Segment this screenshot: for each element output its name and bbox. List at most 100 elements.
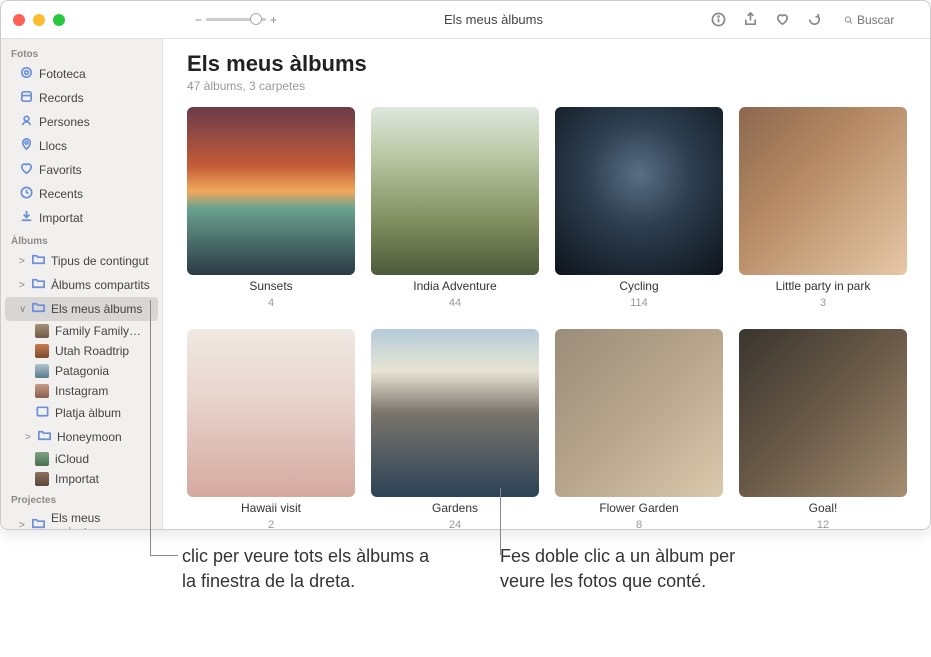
sidebar-section-fotos: Fotos [1,43,162,62]
album-count: 3 [820,297,826,309]
album-cover [371,107,539,275]
folder-icon [31,516,45,529]
sidebar-item-records[interactable]: Records [1,86,162,110]
album-name: Flower Garden [599,501,678,515]
folder-icon [31,252,45,270]
album-item[interactable]: Gardens 24 [371,329,539,529]
memories-icon [19,89,33,107]
sidebar-item-instagram[interactable]: Instagram [1,381,162,401]
window-title: Els meus àlbums [277,12,710,27]
sidebar-item-label: Records [39,91,84,105]
search-icon [844,14,853,26]
sidebar-item-myprojects[interactable]: > Els meus projectes [1,508,162,529]
album-count: 24 [449,519,461,529]
album-name: Cycling [619,279,658,293]
sidebar-item-label: Importat [55,472,99,486]
zoom-plus-icon[interactable]: + [270,13,277,27]
folder-icon [31,276,45,294]
favorite-icon[interactable] [774,12,790,28]
album-item[interactable]: Goal! 12 [739,329,907,529]
rotate-icon[interactable] [806,12,822,28]
album-count: 114 [630,297,648,309]
zoom-minus-icon[interactable]: − [195,13,202,27]
sidebar-item-label: Àlbums compartits [51,278,150,292]
share-icon[interactable] [742,12,758,28]
titlebar: − + Els meus àlbums [1,1,930,39]
sidebar-item-importat[interactable]: Importat [1,206,162,230]
sidebar-section-projectes: Projectes [1,489,162,508]
chevron-right-icon[interactable]: > [19,256,25,267]
callout-right: Fes doble clic a un àlbum per veure les … [500,544,760,594]
main-content: Els meus àlbums 47 àlbums, 3 carpetes Su… [163,39,930,529]
fullscreen-button[interactable] [53,14,65,26]
chevron-down-icon[interactable]: ∨ [19,304,25,315]
sidebar-item-favorits[interactable]: Favorits [1,158,162,182]
sidebar-section-albums: Àlbums [1,230,162,249]
sidebar-item-label: Instagram [55,384,108,398]
sidebar-item-icloud[interactable]: iCloud [1,449,162,469]
chevron-right-icon[interactable]: > [25,432,31,443]
sidebar-item-patagonia[interactable]: Patagonia [1,361,162,381]
album-item[interactable]: Cycling 114 [555,107,723,309]
album-item[interactable]: India Adventure44 [371,107,539,309]
album-cover [371,329,539,497]
search-input[interactable] [857,13,912,27]
album-thumb-icon [35,344,49,358]
album-grid: Sunsets4 India Adventure44 Cycling 114 Li… [187,107,906,529]
sidebar-item-utah[interactable]: Utah Roadtrip [1,341,162,361]
close-button[interactable] [13,14,25,26]
info-icon[interactable] [710,12,726,28]
chevron-right-icon[interactable]: > [19,520,25,530]
album-cover [739,329,907,497]
album-cover [187,329,355,497]
album-icon [35,404,49,422]
album-thumb-icon [35,364,49,378]
callout-left: clic per veure tots els àlbums a la fine… [182,544,442,594]
album-item[interactable]: Little party in park 3 [739,107,907,309]
sidebar-item-label: Els meus àlbums [51,302,142,316]
sidebar-item-importat2[interactable]: Importat [1,469,162,489]
sidebar-item-persones[interactable]: Persones [1,110,162,134]
album-count: 12 [817,519,829,529]
album-item[interactable]: Flower Garden 8 [555,329,723,529]
zoom-thumb[interactable] [250,13,262,25]
album-count: 8 [636,519,642,529]
sidebar-item-tipus[interactable]: >Tipus de contingut [1,249,162,273]
sidebar-item-platja[interactable]: Platja àlbum [1,401,162,425]
zoom-slider[interactable]: − + [195,13,277,27]
sidebar-item-compartits[interactable]: > Àlbums compartits [1,273,162,297]
photos-window: − + Els meus àlbums Fotos Fototeca Recor… [0,0,931,530]
album-cover [555,329,723,497]
window-controls [13,14,65,26]
zoom-track[interactable] [206,18,266,21]
sidebar-item-label: Family Family… [55,324,141,338]
chevron-right-icon[interactable]: > [19,280,25,291]
album-name: India Adventure [413,279,496,293]
album-cover [187,107,355,275]
sidebar-item-fototeca[interactable]: Fototeca [1,62,162,86]
import-icon [19,209,33,227]
sidebar-item-recents[interactable]: Recents [1,182,162,206]
sidebar-item-llocs[interactable]: Llocs [1,134,162,158]
sidebar-item-myalbums[interactable]: ∨ Els meus àlbums [5,297,158,321]
sidebar-item-family[interactable]: Family Family… [1,321,162,341]
sidebar-item-label: Honeymoon [57,430,122,444]
album-thumb-icon [35,324,49,338]
sidebar-item-label: iCloud [55,452,89,466]
album-name: Gardens [432,501,478,515]
album-thumb-icon [35,472,49,486]
album-name: Little party in park [776,279,871,293]
sidebar-item-label: Favorits [39,163,82,177]
sidebar-item-label: Els meus projectes [51,511,152,529]
sidebar-item-label: Fototeca [39,67,86,81]
album-item[interactable]: Hawaii visit2 [187,329,355,529]
album-name: Goal! [809,501,838,515]
sidebar-item-label: Recents [39,187,83,201]
page-title: Els meus àlbums [187,51,906,77]
minimize-button[interactable] [33,14,45,26]
callout-line [150,300,151,555]
search-box[interactable] [838,11,918,29]
sidebar-item-honeymoon[interactable]: > Honeymoon [1,425,162,449]
album-item[interactable]: Sunsets4 [187,107,355,309]
sidebar: Fotos Fototeca Records Persones Llocs Fa… [1,39,163,529]
